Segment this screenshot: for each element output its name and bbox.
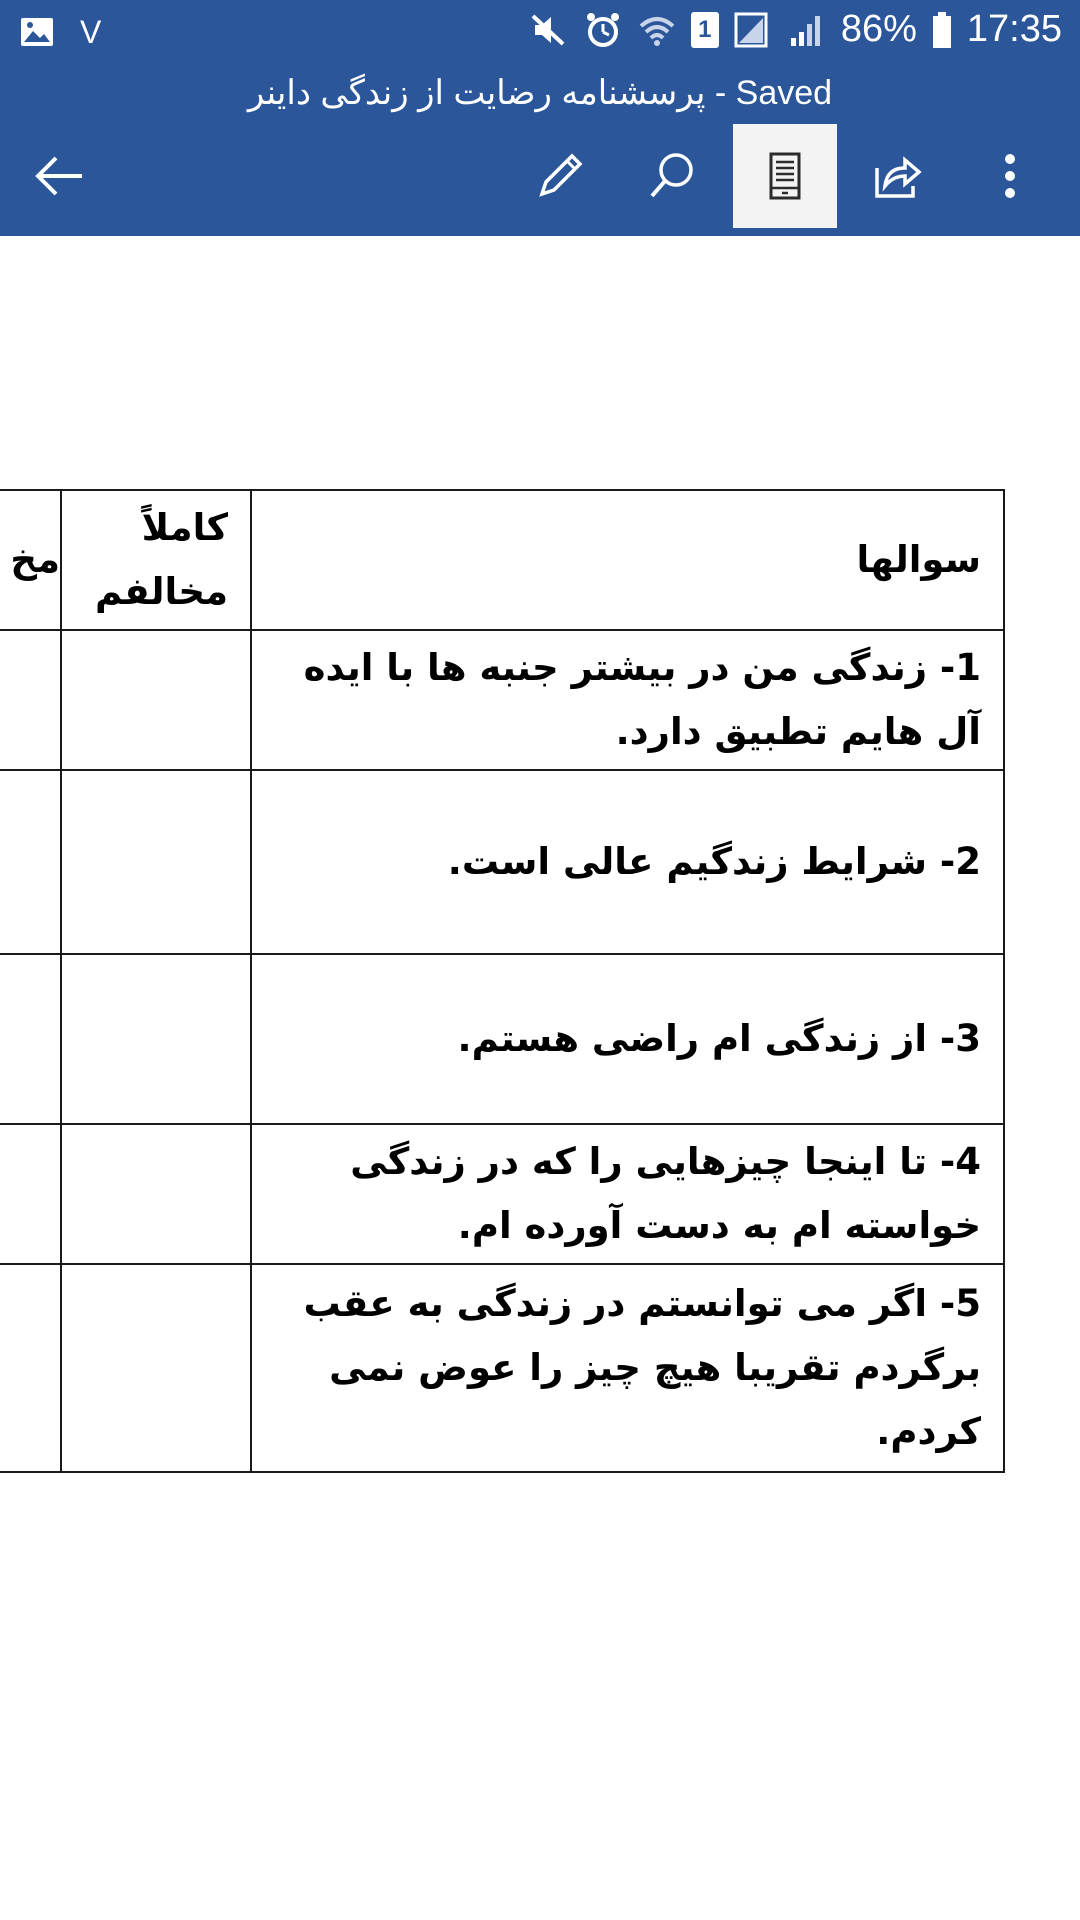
answer-cell[interactable] [60, 629, 252, 771]
alarm-icon [586, 12, 619, 47]
mute-icon [531, 14, 565, 45]
gallery-icon [21, 18, 53, 46]
table-row: 4- تا اینجا چیزهایی را که در زندگی خواست… [0, 1123, 1005, 1265]
status-bar: V 1 86% 17:35 [0, 0, 1080, 64]
question-2: 2- شرایط زندگیم عالی است. [250, 769, 1005, 955]
document-title: پرسشنامه رضایت از زندگی داینر - Saved [247, 74, 833, 112]
header-col2-partial: مخ [0, 489, 62, 631]
answer-cell[interactable] [0, 1263, 62, 1473]
answer-cell[interactable] [60, 769, 252, 955]
battery-percent: 86% [840, 8, 917, 50]
answer-cell[interactable] [0, 769, 62, 955]
table-row: 2- شرایط زندگیم عالی است. [0, 769, 1005, 955]
question-3: 3- از زندگی ام راضی هستم. [250, 953, 1005, 1125]
answer-cell[interactable] [60, 1123, 252, 1265]
back-button[interactable] [8, 124, 112, 228]
back-icon [35, 156, 82, 196]
pencil-icon [539, 153, 583, 197]
v-notification-icon: V [80, 13, 102, 50]
header-questions: سوالها [250, 489, 1005, 631]
sim-icon: 1 [690, 11, 719, 48]
signal-bars-icon [790, 15, 820, 46]
wifi-icon [639, 16, 675, 46]
table-row: 5- اگر می توانستم در زندگی به عقب برگردم… [0, 1263, 1005, 1473]
answer-cell[interactable] [60, 1263, 252, 1473]
answer-cell[interactable] [0, 629, 62, 771]
table-row: 1- زندگی من در بیشتر جنبه ها با ایده آل … [0, 629, 1005, 771]
edit-button[interactable] [508, 124, 612, 228]
answer-cell[interactable] [0, 1123, 62, 1265]
answer-cell[interactable] [0, 953, 62, 1125]
table-row: 3- از زندگی ام راضی هستم. [0, 953, 1005, 1125]
table-header-row: مخ کاملاً مخالفم سوالها [0, 489, 1005, 631]
more-icon [1005, 154, 1015, 198]
clock: 17:35 [966, 8, 1062, 50]
mobile-view-button[interactable] [733, 124, 837, 228]
question-4: 4- تا اینجا چیزهایی را که در زندگی خواست… [250, 1123, 1005, 1265]
question-5: 5- اگر می توانستم در زندگی به عقب برگردم… [250, 1263, 1005, 1473]
answer-cell[interactable] [60, 953, 252, 1125]
battery-icon [932, 11, 951, 48]
search-button[interactable] [620, 124, 724, 228]
share-button[interactable] [845, 124, 949, 228]
header-col2-text: مخ [10, 538, 60, 581]
more-options-button[interactable] [958, 124, 1062, 228]
question-1: 1- زندگی من در بیشتر جنبه ها با ایده آل … [250, 629, 1005, 771]
mobile-view-icon [769, 152, 801, 200]
app-toolbar [0, 122, 1080, 236]
share-icon [875, 156, 922, 198]
survey-table: مخ کاملاً مخالفم سوالها 1- زندگی من در ب… [0, 489, 1005, 1473]
search-icon [650, 153, 693, 198]
header-strongly-disagree: کاملاً مخالفم [60, 489, 252, 631]
document-title-bar: پرسشنامه رضایت از زندگی داینر - Saved [0, 64, 1080, 122]
signal-icon [734, 12, 768, 47]
document-canvas[interactable]: مخ کاملاً مخالفم سوالها 1- زندگی من در ب… [0, 236, 1080, 1920]
